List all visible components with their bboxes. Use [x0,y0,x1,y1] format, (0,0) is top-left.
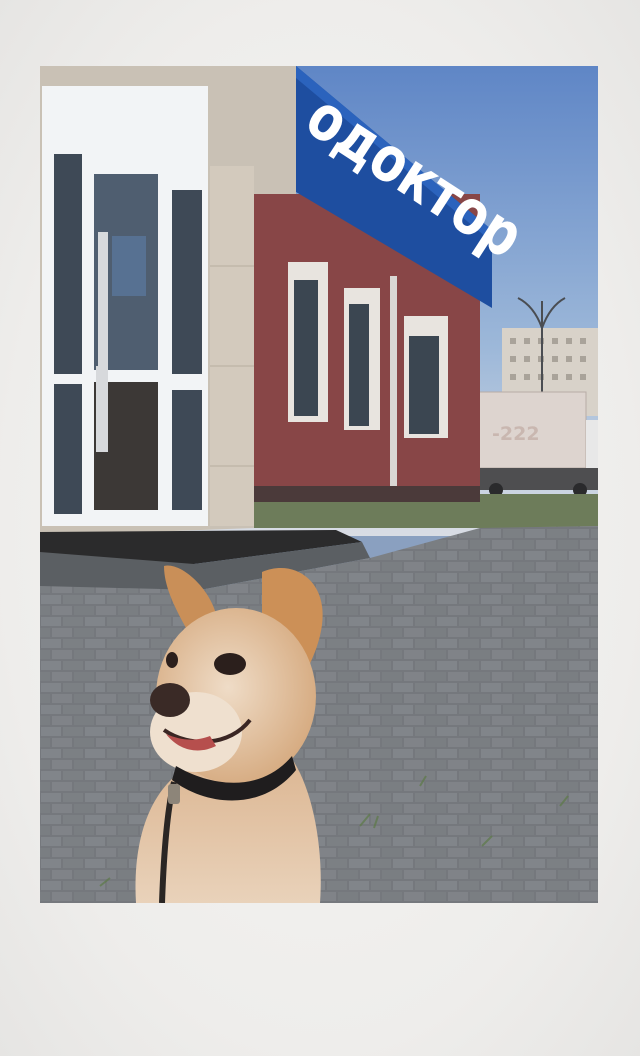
instant-photo-frame: -222 одоктор [0,0,640,1056]
truck-phone-text: -222 [492,423,540,445]
photo: -222 одоктор [40,66,598,903]
truck: -222 [467,391,598,497]
